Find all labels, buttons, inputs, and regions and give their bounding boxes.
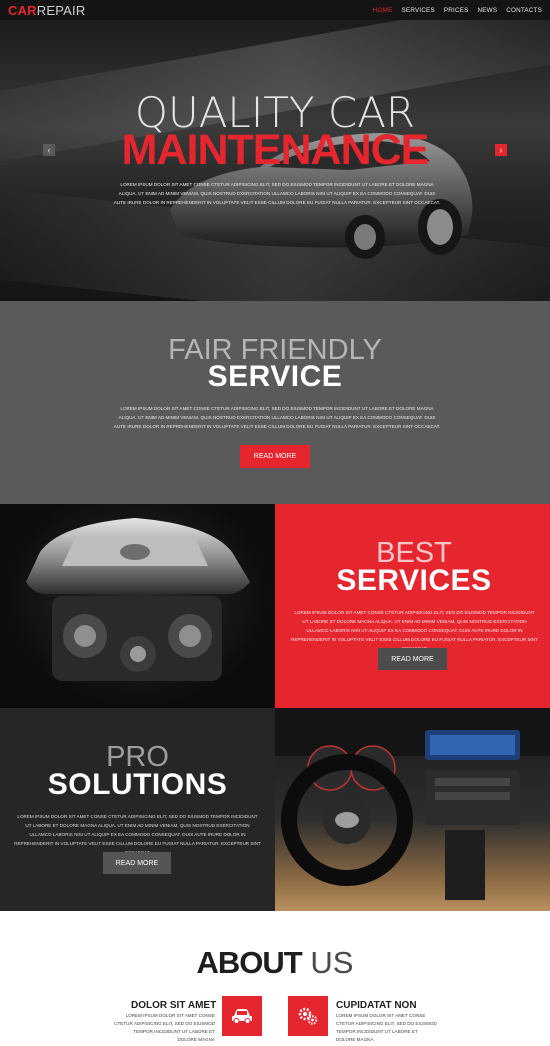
main-menu: HOME SERVICES PRICES NEWS CONTACTS (373, 7, 542, 14)
hero-title-line2: MAINTENANCE (121, 126, 430, 174)
feature-1-text: LOREM IPSUM DOLOR SIT AMET CONSE CTETUR … (114, 1013, 215, 1042)
about-section: ABOUT US DOLOR SIT AMET LOREM IPSUM DOLO… (0, 911, 550, 1046)
pro-description: LOREM IPSUM DOLOR SIT AMET CONSE CTETUR … (14, 814, 261, 855)
car-interior-image (275, 708, 550, 911)
fair-service-section: FAIR FRIENDLY SERVICE LOREM IPSUM DOLOR … (0, 301, 550, 504)
feature-1-title: DOLOR SIT AMET (131, 1000, 217, 1011)
logo-part-repair: REPAIR (36, 2, 86, 18)
menu-item-home[interactable]: HOME (373, 7, 393, 14)
fair-description: LOREM IPSUM DOLOR SIT AMET CONSE CTETUR … (113, 406, 441, 429)
best-read-more-button[interactable]: READ MORE (378, 648, 447, 670)
hero-description: LOREM IPSUM DOLOR SIT AMET CONSE CTETUR … (113, 182, 441, 205)
pro-solutions-section: PRO SOLUTIONS LOREM IPSUM DOLOR SIT AMET… (0, 708, 275, 911)
fair-title-line2: SERVICE (207, 360, 343, 393)
top-navbar: CARREPAIR HOME SERVICES PRICES NEWS CONT… (0, 0, 550, 20)
pro-read-more-button[interactable]: READ MORE (103, 852, 171, 874)
engine-image (0, 504, 275, 708)
gears-icon (288, 996, 328, 1036)
best-title-line2: SERVICES (336, 564, 492, 597)
feature-2-title: CUPIDATAT NON (336, 1000, 417, 1011)
logo-part-car: CAR (8, 2, 37, 18)
about-title-bold: ABOUT (196, 945, 303, 980)
hero-slider: ‹ › QUALITY CAR MAINTENANCE LOREM IPSUM … (0, 20, 550, 301)
best-description: LOREM IPSUM DOLOR SIT AMET CONSE CTETUR … (291, 610, 538, 651)
menu-item-prices[interactable]: PRICES (444, 7, 469, 14)
about-title: ABOUT US (0, 945, 550, 981)
site-logo[interactable]: CARREPAIR (8, 3, 85, 18)
fair-read-more-button[interactable]: READ MORE (240, 445, 310, 468)
best-services-section: BEST SERVICES LOREM IPSUM DOLOR SIT AMET… (275, 504, 550, 708)
car-icon (222, 996, 262, 1036)
pro-title-line2: SOLUTIONS (47, 768, 228, 801)
feature-2-text: LOREM IPSUM DOLOR SIT AMET CONSE CTETUR … (336, 1013, 437, 1042)
menu-item-services[interactable]: SERVICES (402, 7, 435, 14)
about-title-light: US (310, 945, 354, 980)
menu-item-news[interactable]: NEWS (478, 7, 498, 14)
menu-item-contacts[interactable]: CONTACTS (506, 7, 542, 14)
